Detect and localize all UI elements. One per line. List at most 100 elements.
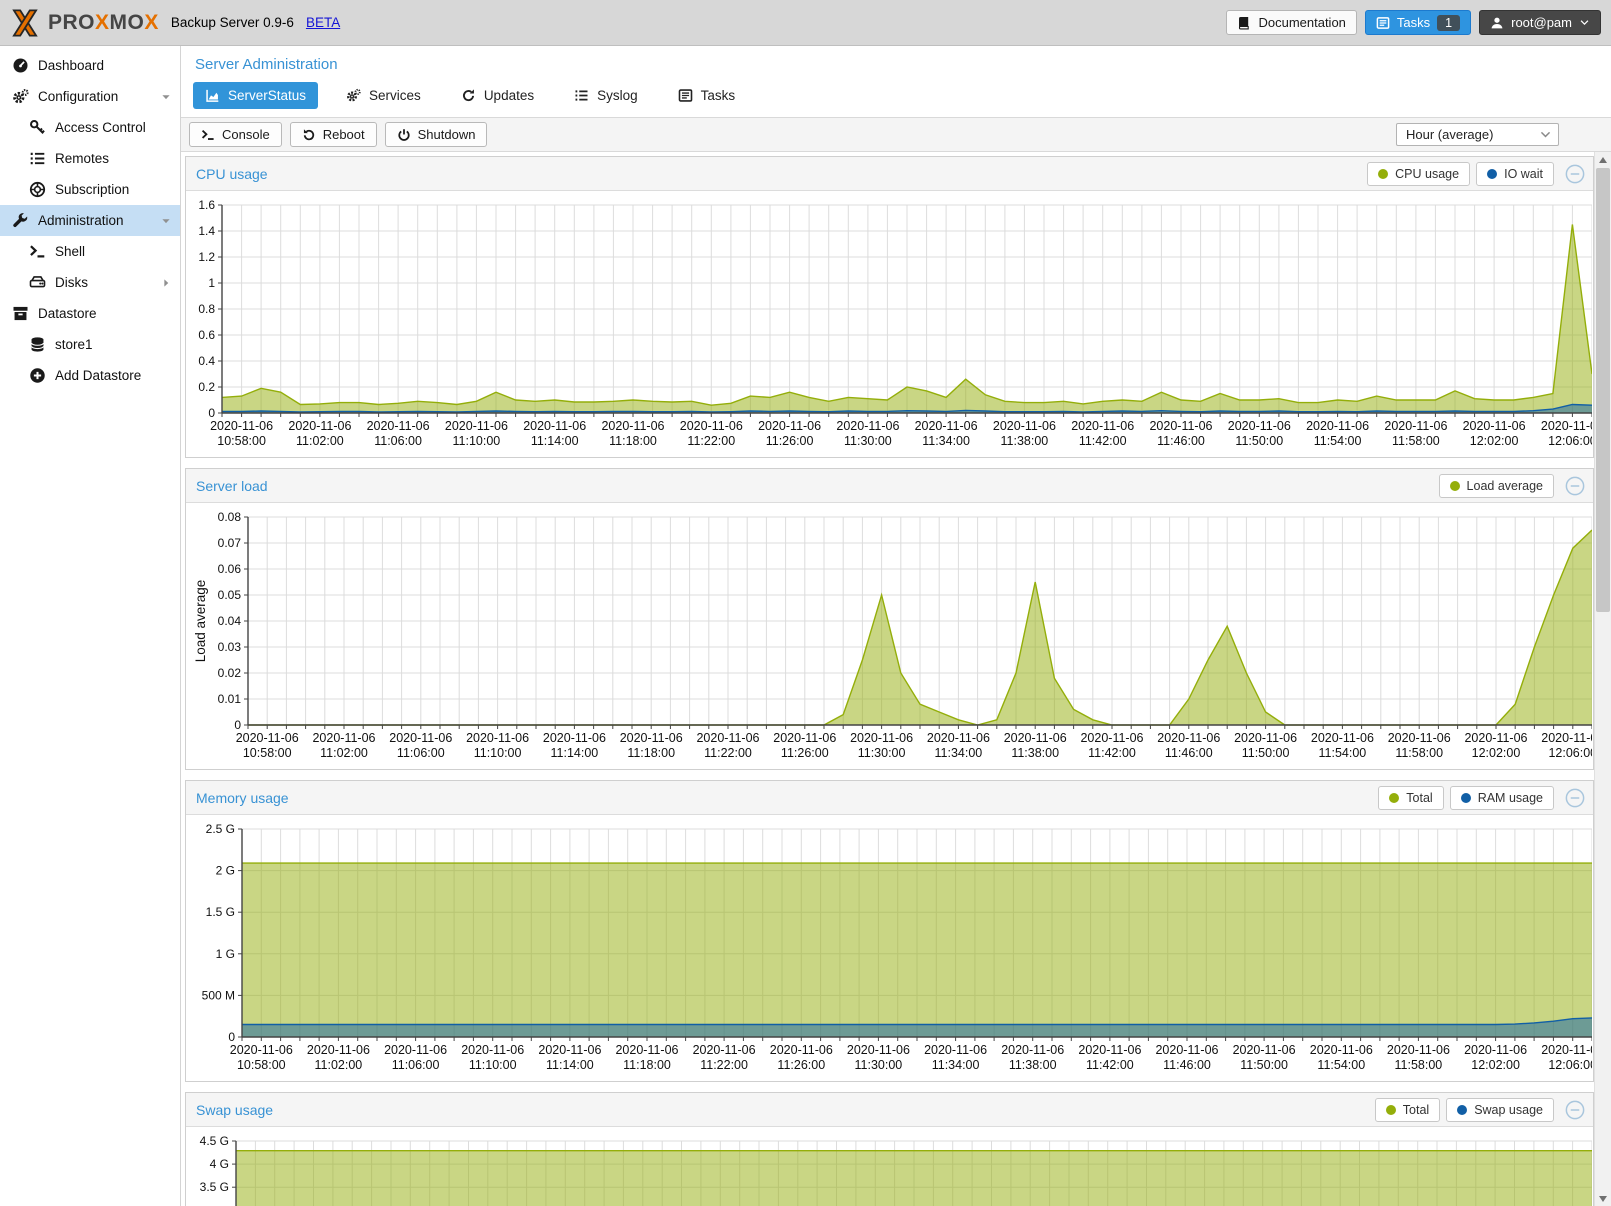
- legend-item-total[interactable]: Total: [1375, 1098, 1440, 1122]
- svg-text:0.8: 0.8: [198, 302, 215, 316]
- access-control-icon: [29, 119, 46, 136]
- svg-text:2020-11-06: 2020-11-06: [1541, 419, 1592, 433]
- legend-dot: [1378, 169, 1388, 179]
- svg-text:11:02:00: 11:02:00: [315, 1058, 363, 1072]
- sidebar-item-access-control[interactable]: Access Control: [0, 112, 180, 143]
- add-datastore-icon: [29, 367, 46, 384]
- svg-text:11:22:00: 11:22:00: [700, 1058, 748, 1072]
- svg-text:2020-11-06: 2020-11-06: [367, 419, 430, 433]
- sidebar-item-remotes[interactable]: Remotes: [0, 143, 180, 174]
- svg-text:1.6: 1.6: [198, 198, 215, 212]
- panel-header: Memory usageTotalRAM usage: [186, 781, 1593, 815]
- tab-services[interactable]: Services: [334, 82, 433, 109]
- sidebar-item-datastore[interactable]: Datastore: [0, 298, 180, 329]
- tab-tasks[interactable]: Tasks: [666, 82, 748, 109]
- tab-serverstatus[interactable]: ServerStatus: [193, 82, 318, 109]
- documentation-button[interactable]: Documentation: [1226, 10, 1356, 35]
- sidebar-item-add-datastore[interactable]: Add Datastore: [0, 360, 180, 391]
- remotes-icon: [29, 150, 46, 167]
- svg-text:0.06: 0.06: [218, 562, 242, 576]
- svg-text:11:46:00: 11:46:00: [1157, 434, 1205, 448]
- svg-text:2020-11-06: 2020-11-06: [770, 1043, 833, 1057]
- panel-header: Server loadLoad average: [186, 469, 1593, 503]
- updates-icon: [461, 88, 476, 103]
- chart-legend: Load average: [1439, 474, 1554, 498]
- proxmox-logo-icon: [10, 8, 40, 38]
- sidebar-item-shell[interactable]: Shell: [0, 236, 180, 267]
- svg-text:0.2: 0.2: [198, 380, 215, 394]
- svg-text:2020-11-06: 2020-11-06: [384, 1043, 447, 1057]
- swap-usage-chart: 0500 M1 G1.5 G2 G2.5 G3 G3.5 G4 G4.5 G20…: [188, 1129, 1592, 1206]
- svg-text:0: 0: [228, 1030, 235, 1044]
- tasks-button[interactable]: Tasks 1: [1365, 10, 1471, 35]
- legend-item-io-wait[interactable]: IO wait: [1476, 162, 1554, 186]
- panel-body: 00.010.020.030.040.050.060.070.082020-11…: [186, 503, 1593, 769]
- svg-text:2020-11-06: 2020-11-06: [1155, 1043, 1218, 1057]
- reboot-button[interactable]: Reboot: [290, 122, 377, 147]
- tab-updates[interactable]: Updates: [449, 82, 546, 109]
- svg-text:11:50:00: 11:50:00: [1240, 1058, 1288, 1072]
- scroll-up-icon[interactable]: [1595, 152, 1611, 167]
- svg-text:2020-11-06: 2020-11-06: [389, 731, 452, 745]
- user-menu-button[interactable]: root@pam: [1479, 10, 1601, 35]
- svg-text:2020-11-06: 2020-11-06: [1149, 419, 1212, 433]
- legend-dot: [1487, 169, 1497, 179]
- tab-syslog[interactable]: Syslog: [562, 82, 650, 109]
- legend-item-swap-usage[interactable]: Swap usage: [1446, 1098, 1554, 1122]
- task-list-icon: [1376, 16, 1390, 30]
- sidebar-item-configuration[interactable]: Configuration: [0, 81, 180, 112]
- beta-link[interactable]: BETA: [306, 15, 340, 30]
- svg-text:11:22:00: 11:22:00: [704, 746, 752, 760]
- svg-text:2020-11-06: 2020-11-06: [847, 1043, 910, 1057]
- svg-text:2020-11-06: 2020-11-06: [1388, 731, 1451, 745]
- chart-legend: TotalSwap usage: [1375, 1098, 1554, 1122]
- legend-item-cpu-usage[interactable]: CPU usage: [1367, 162, 1470, 186]
- panel-header: CPU usageCPU usageIO wait: [186, 157, 1593, 191]
- memory-usage-chart: 0500 M1 G1.5 G2 G2.5 G2020-11-0610:58:00…: [188, 817, 1592, 1079]
- panel-title: CPU usage: [196, 166, 268, 182]
- svg-text:11:38:00: 11:38:00: [1009, 1058, 1057, 1072]
- sidebar-item-subscription[interactable]: Subscription: [0, 174, 180, 205]
- console-button[interactable]: Console: [189, 122, 282, 147]
- svg-text:2020-11-06: 2020-11-06: [1541, 1043, 1592, 1057]
- svg-text:2020-11-06: 2020-11-06: [915, 419, 978, 433]
- scrollbar-thumb[interactable]: [1596, 168, 1610, 612]
- svg-text:11:54:00: 11:54:00: [1317, 1058, 1365, 1072]
- collapse-panel-icon[interactable]: [1565, 476, 1585, 496]
- svg-text:2020-11-06: 2020-11-06: [445, 419, 508, 433]
- svg-text:1.5 G: 1.5 G: [206, 905, 235, 919]
- vertical-scrollbar[interactable]: [1594, 152, 1611, 1206]
- datastore-icon: [12, 305, 29, 322]
- timeframe-select[interactable]: Hour (average): [1396, 123, 1559, 146]
- panel-body: 0500 M1 G1.5 G2 G2.5 G3 G3.5 G4 G4.5 G20…: [186, 1127, 1593, 1206]
- collapse-panel-icon[interactable]: [1565, 164, 1585, 184]
- sidebar-item-label: Administration: [38, 213, 124, 228]
- legend-item-load-average[interactable]: Load average: [1439, 474, 1554, 498]
- svg-text:11:06:00: 11:06:00: [397, 746, 445, 760]
- scroll-down-icon[interactable]: [1595, 1191, 1611, 1206]
- collapse-panel-icon[interactable]: [1565, 788, 1585, 808]
- svg-text:2020-11-06: 2020-11-06: [615, 1043, 678, 1057]
- legend-item-ram-usage[interactable]: RAM usage: [1450, 786, 1554, 810]
- syslog-icon: [574, 88, 589, 103]
- sidebar-item-disks[interactable]: Disks: [0, 267, 180, 298]
- legend-item-total[interactable]: Total: [1378, 786, 1443, 810]
- sidebar-item-label: Remotes: [55, 151, 109, 166]
- sidebar-item-dashboard[interactable]: Dashboard: [0, 50, 180, 81]
- sidebar-item-label: Dashboard: [38, 58, 104, 73]
- sidebar-item-administration[interactable]: Administration: [0, 205, 180, 236]
- shutdown-button[interactable]: Shutdown: [385, 122, 488, 147]
- legend-dot: [1461, 793, 1471, 803]
- collapse-panel-icon[interactable]: [1565, 1100, 1585, 1120]
- svg-text:2020-11-06: 2020-11-06: [461, 1043, 524, 1057]
- svg-text:4 G: 4 G: [210, 1157, 229, 1171]
- svg-text:12:06:00: 12:06:00: [1548, 434, 1592, 448]
- sidebar-item-store1[interactable]: store1: [0, 329, 180, 360]
- sidebar-item-label: Shell: [55, 244, 85, 259]
- main-area: Server Administration ServerStatusServic…: [181, 46, 1611, 1206]
- svg-text:11:38:00: 11:38:00: [1011, 746, 1059, 760]
- app-header: PROXMOX Backup Server 0.9-6 BETA Documen…: [0, 0, 1611, 46]
- svg-text:2020-11-06: 2020-11-06: [523, 419, 586, 433]
- svg-text:11:22:00: 11:22:00: [687, 434, 735, 448]
- svg-text:2020-11-06: 2020-11-06: [1157, 731, 1220, 745]
